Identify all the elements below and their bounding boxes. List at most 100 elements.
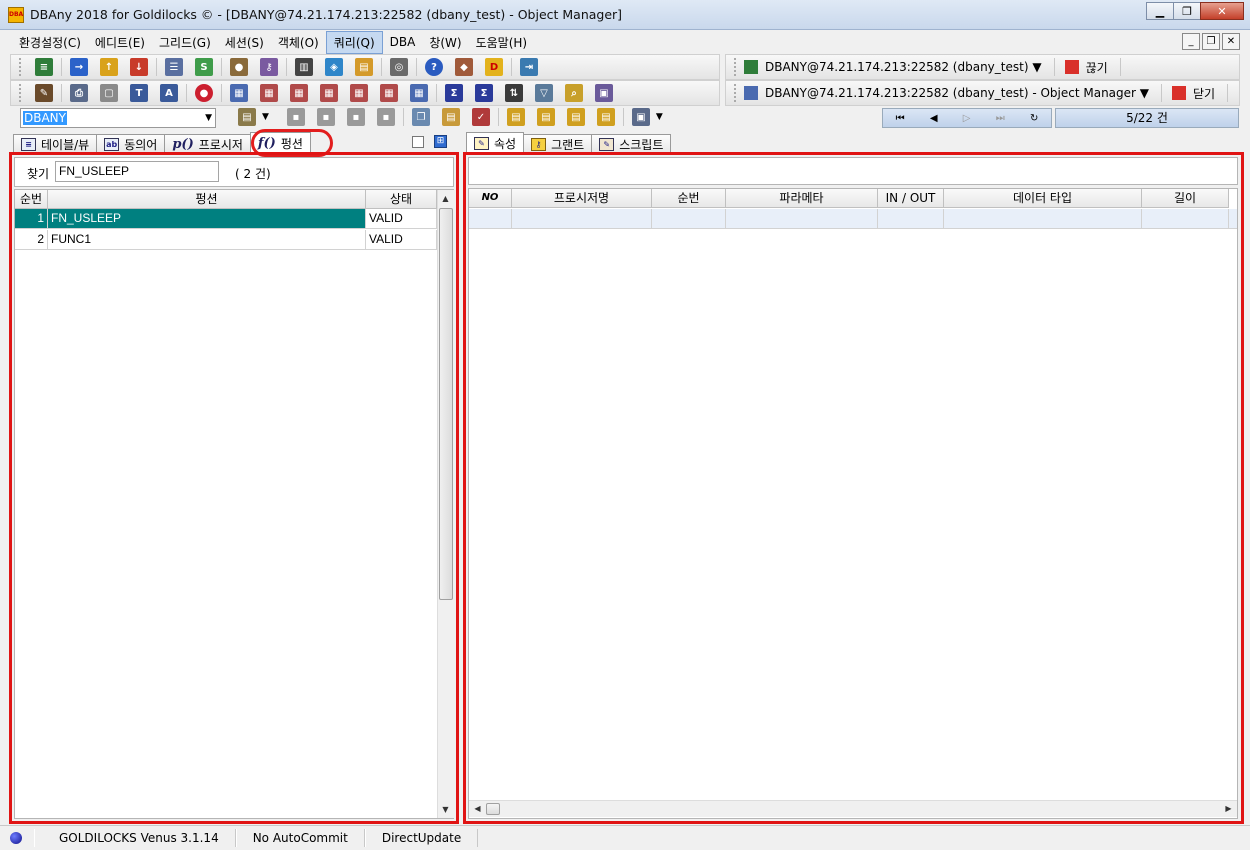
tab-properties[interactable]: ✎ 속성 [466,132,525,154]
scroll-right-icon[interactable]: ▶ [1221,801,1236,816]
search-icon[interactable]: ⌕ [565,84,583,102]
table-row-no[interactable]: 2 [15,230,48,250]
lock-icon[interactable]: ⚷ [260,58,278,76]
menu-query[interactable]: 쿼리(Q) [325,30,383,54]
tab-grants[interactable]: ⚷ 그랜트 [523,134,593,154]
column-header-data-type[interactable]: 데이터 타입 [944,189,1142,208]
record-icon[interactable]: ● [195,84,213,102]
mdi-minimize-button[interactable]: _ [1182,33,1200,50]
download-icon[interactable]: ↓ [130,58,148,76]
menu-grid[interactable]: 그리드(G) [152,32,218,53]
clipboard-icon[interactable]: ▤ [355,58,373,76]
sum-alt-icon[interactable]: Σ [475,84,493,102]
sql-icon[interactable]: S [195,58,213,76]
option-checkbox[interactable] [412,136,424,148]
maximize-button[interactable]: ❐ [1173,2,1201,20]
column-header-function[interactable]: 펑션 [48,190,366,209]
monitor-icon[interactable]: ◈ [325,58,343,76]
layout-icon[interactable]: ▣ [631,108,650,126]
binoculars-icon[interactable]: ◎ [390,58,408,76]
schema-combo[interactable]: DBANY ▼ [20,108,216,128]
table-add-icon[interactable]: ▦ [260,84,278,102]
menu-edit[interactable]: 에디트(E) [88,32,152,53]
table-row-status[interactable]: VALID [366,209,437,229]
chevron-down-icon[interactable]: ▼ [262,112,269,122]
tab-synonyms[interactable]: ab 동의어 [96,134,166,154]
search-input[interactable]: FN_USLEEP [55,161,219,182]
scroll-left-icon[interactable]: ◀ [470,801,485,816]
table-row[interactable] [469,209,1237,229]
column-header-sequence[interactable]: 순번 [652,189,726,208]
column-header-no[interactable]: NO [469,189,512,208]
table-export-icon[interactable]: ▦ [350,84,368,102]
chart-icon[interactable]: ▥ [295,58,313,76]
tab-procedures[interactable]: p() 프로시저 [164,134,251,154]
page-icon[interactable]: ▢ [100,84,118,102]
chevron-down-icon[interactable]: ▼ [656,112,663,122]
tools-icon[interactable]: ✎ [35,84,53,102]
prev-record-icon[interactable]: ◀ [930,113,938,124]
menu-environment[interactable]: 환경설정(C) [12,32,88,53]
text-14-icon[interactable]: T [130,84,148,102]
connect-icon[interactable]: ≡ [35,58,53,76]
text-a-icon[interactable]: A [160,84,178,102]
column-header-in-out[interactable]: IN / OUT [878,189,944,208]
column-header-procedure-name[interactable]: 프로시저명 [512,189,652,208]
close-window-tab-button[interactable]: 닫기 [1193,85,1215,102]
doc3-icon[interactable]: ▤ [566,108,585,126]
object-op1-icon[interactable]: ▪ [286,108,305,126]
first-record-icon[interactable]: ⏮ [896,113,905,124]
connection-selector[interactable]: DBANY@74.21.174.213:22582 (dbany_test) ▼ [765,60,1042,74]
parameter-grid-hscrollbar[interactable]: ◀ ▶ [469,800,1237,817]
table-edit-icon[interactable]: ▦ [290,84,308,102]
tab-tables-views[interactable]: ≡ 테이블/뷰 [13,134,98,154]
window-icon[interactable]: ▣ [595,84,613,102]
sum-icon[interactable]: Σ [445,84,463,102]
object-op2-icon[interactable]: ▪ [316,108,335,126]
doc2-icon[interactable]: ▤ [536,108,555,126]
function-grid-scrollbar[interactable]: ▲ ▼ [437,190,454,818]
column-header-length[interactable]: 길이 [1142,189,1229,208]
object-op4-icon[interactable]: ▪ [376,108,395,126]
mdi-close-button[interactable]: ✕ [1222,33,1240,50]
table-row-name[interactable]: FUNC1 [48,230,366,250]
menu-dba[interactable]: DBA [383,33,423,51]
table-copy-icon[interactable]: ▦ [410,84,428,102]
table-row-status[interactable]: VALID [366,230,437,250]
paste-icon[interactable]: ▤ [441,108,460,126]
menu-window[interactable]: 창(W) [422,32,468,53]
table-row-name[interactable]: FN_USLEEP [48,209,366,229]
mdi-restore-button[interactable]: ❐ [1202,33,1220,50]
disconnect-button[interactable]: 끊기 [1086,59,1108,76]
window-selector[interactable]: DBANY@74.21.174.213:22582 (dbany_test) -… [765,86,1149,100]
column-header-status[interactable]: 상태 [366,190,437,209]
check-icon[interactable]: ✓ [471,108,490,126]
last-record-icon[interactable]: ⏭ [996,113,1005,124]
refresh-icon[interactable]: ↻ [1030,113,1038,124]
doc1-icon[interactable]: ▤ [506,108,525,126]
tab-script[interactable]: ✎ 스크립트 [591,134,672,154]
users-icon[interactable]: ● [230,58,248,76]
menu-help[interactable]: 도움말(H) [469,32,535,53]
scroll-thumb[interactable] [439,208,453,600]
column-header-no[interactable]: 순번 [15,190,48,209]
arrow-right-icon[interactable]: → [70,58,88,76]
list-icon[interactable]: ☰ [165,58,183,76]
scroll-up-icon[interactable]: ▲ [438,191,453,206]
refresh-object-icon[interactable]: ▤ [238,108,256,126]
next-record-icon[interactable]: ▷ [963,113,971,124]
print-icon[interactable]: ⎙ [70,84,88,102]
table-import-icon[interactable]: ▦ [380,84,398,102]
close-window-button[interactable]: ✕ [1200,2,1244,20]
help-icon[interactable]: ? [425,58,443,76]
minimize-button[interactable]: ▁ [1146,2,1174,20]
filter-icon[interactable]: ▽ [535,84,553,102]
copy-icon[interactable]: ❐ [411,108,430,126]
pin-icon[interactable]: ⊞ [434,135,447,148]
exit-icon[interactable]: ⇥ [520,58,538,76]
scroll-down-icon[interactable]: ▼ [438,802,453,817]
table-icon[interactable]: ▦ [230,84,248,102]
dba-icon[interactable]: D [485,58,503,76]
sort-icon[interactable]: ⇅ [505,84,523,102]
column-header-parameter[interactable]: 파라메타 [726,189,878,208]
